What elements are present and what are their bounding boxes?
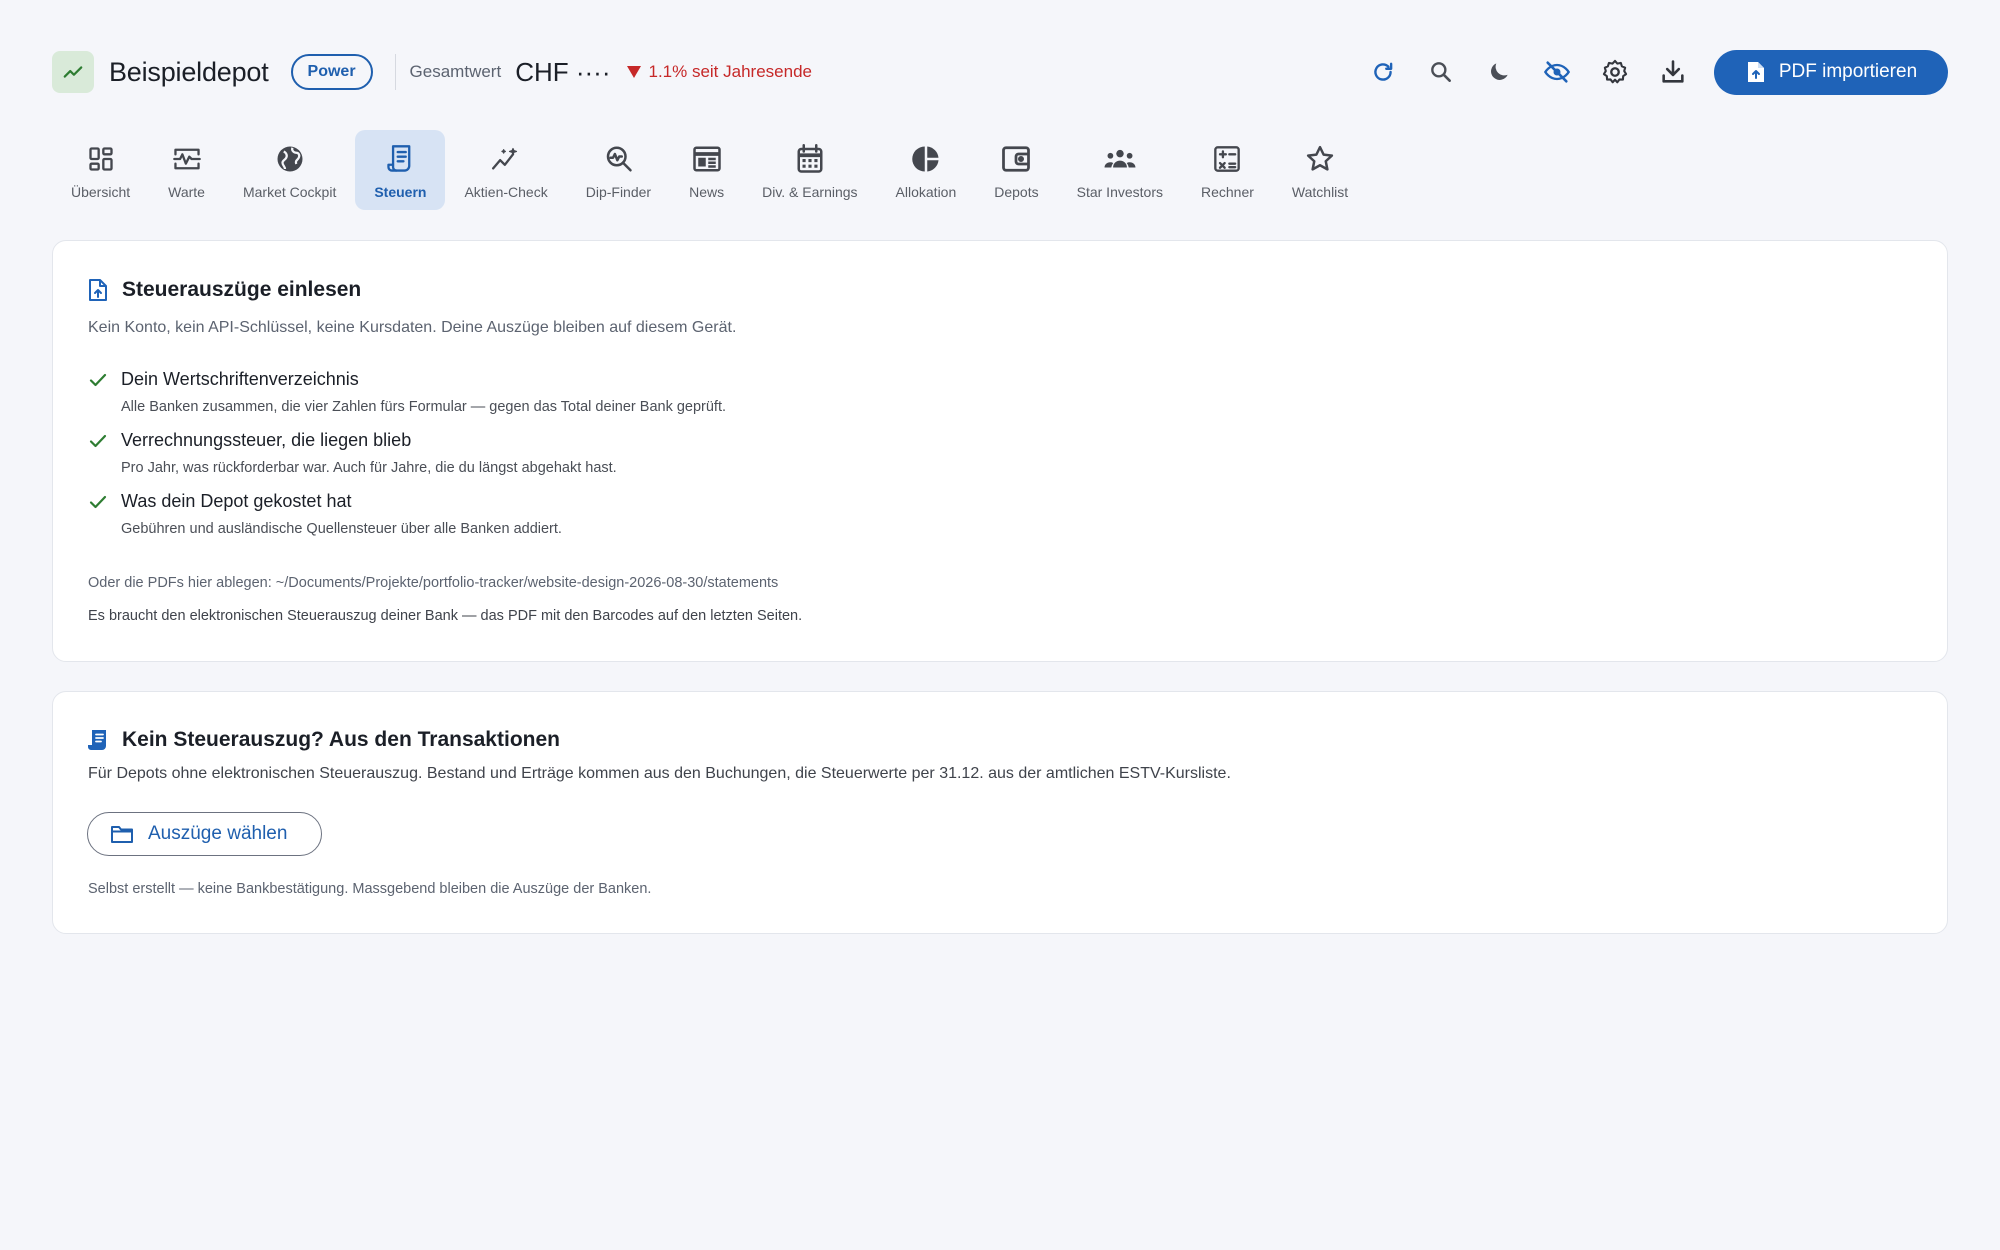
export-button[interactable] xyxy=(1650,49,1696,95)
refresh-button[interactable] xyxy=(1360,49,1406,95)
newspaper-icon xyxy=(691,143,723,175)
search-button[interactable] xyxy=(1418,49,1464,95)
transactions-card: Kein Steuerauszug? Aus den Transaktionen… xyxy=(52,691,1948,934)
card-subtitle: Kein Konto, kein API-Schlüssel, keine Ku… xyxy=(88,319,737,336)
card-title: Steuerauszüge einlesen xyxy=(122,278,362,301)
sparkline-icon xyxy=(490,143,522,175)
globe-icon xyxy=(274,143,306,175)
download-icon xyxy=(1659,58,1687,86)
hide-values-button[interactable] xyxy=(1534,49,1580,95)
feature-description: Pro Jahr, was rückforderbar war. Auch fü… xyxy=(121,460,617,476)
card-header: Kein Steuerauszug? Aus den Transaktionen xyxy=(87,728,560,752)
tab-star-investors[interactable]: Star Investors xyxy=(1058,130,1182,210)
tab-steuern[interactable]: Steuern xyxy=(355,130,446,210)
people-icon xyxy=(1104,143,1136,175)
app-title: Beispieldepot xyxy=(109,56,269,87)
tab-div-earnings[interactable]: Div. & Earnings xyxy=(743,130,876,210)
disclaimer-note: Selbst erstellt — keine Bankbestätigung.… xyxy=(88,881,652,897)
tier-badge: Power xyxy=(290,54,373,90)
receipt-icon xyxy=(384,143,416,175)
refresh-icon xyxy=(1370,59,1396,85)
total-value: CHF ···· xyxy=(515,56,611,87)
ytd-change: 1.1% seit Jahresende xyxy=(626,62,812,82)
tab-dip-finder[interactable]: Dip-Finder xyxy=(567,130,670,210)
dashboard-icon xyxy=(85,143,117,175)
search-icon xyxy=(1428,59,1454,85)
dark-mode-icon xyxy=(1486,59,1512,85)
file-upload-icon xyxy=(87,278,109,302)
list-item: Was dein Depot gekostet hat Gebühren und… xyxy=(88,491,726,552)
pdf-import-label: PDF importieren xyxy=(1778,61,1918,82)
folder-path-note: Oder die PDFs hier ablegen: ~/Documents/… xyxy=(88,575,779,591)
choose-statements-label: Auszüge wählen xyxy=(148,823,288,844)
calculator-icon xyxy=(1211,143,1243,175)
hide-values-icon xyxy=(1543,58,1571,86)
calendar-icon xyxy=(794,143,826,175)
app-logo xyxy=(52,51,94,93)
card-header: Steuerauszüge einlesen xyxy=(87,278,361,302)
tab-uebersicht[interactable]: Übersicht xyxy=(52,130,149,210)
star-icon xyxy=(1304,143,1336,175)
tab-rechner[interactable]: Rechner xyxy=(1182,130,1273,210)
tab-depots[interactable]: Depots xyxy=(975,130,1057,210)
tab-aktien-check[interactable]: Aktien-Check xyxy=(445,130,566,210)
tab-watchlist[interactable]: Watchlist xyxy=(1273,130,1367,210)
feature-list: Dein Wertschriftenverzeichnis Alle Banke… xyxy=(88,369,726,552)
file-upload-icon xyxy=(1745,60,1767,84)
pie-chart-icon xyxy=(910,143,942,175)
tab-warte[interactable]: Warte xyxy=(149,130,224,210)
check-icon xyxy=(88,370,108,390)
choose-statements-button[interactable]: Auszüge wählen xyxy=(87,812,322,856)
feature-title: Dein Wertschriftenverzeichnis xyxy=(121,369,359,389)
folder-icon xyxy=(110,824,134,844)
tax-statement-import-card: Steuerauszüge einlesen Kein Konto, kein … xyxy=(52,240,1948,662)
feature-description: Gebühren und ausländische Quellensteuer … xyxy=(121,521,562,537)
check-icon xyxy=(88,492,108,512)
header-divider xyxy=(394,54,396,90)
triangle-down-icon xyxy=(626,65,642,79)
feature-title: Was dein Depot gekostet hat xyxy=(121,491,352,511)
tab-market-cockpit[interactable]: Market Cockpit xyxy=(224,130,355,210)
ytd-change-text: 1.1% seit Jahresende xyxy=(648,62,812,81)
dark-mode-button[interactable] xyxy=(1476,49,1522,95)
list-item: Dein Wertschriftenverzeichnis Alle Banke… xyxy=(88,369,726,430)
wallet-icon xyxy=(1000,143,1032,175)
search-chart-icon xyxy=(602,143,634,175)
trending-up-icon xyxy=(62,61,84,83)
card-subtitle: Für Depots ohne elektronischen Steueraus… xyxy=(88,765,1231,782)
settings-button[interactable] xyxy=(1592,49,1638,95)
feature-description: Alle Banken zusammen, die vier Zahlen fü… xyxy=(121,399,727,415)
main-tabs: Übersicht Warte Market Cockpit Steuern A… xyxy=(52,130,1367,210)
card-title: Kein Steuerauszug? Aus den Transaktionen xyxy=(122,728,560,751)
settings-icon xyxy=(1601,58,1629,86)
monitor-icon xyxy=(171,143,203,175)
pdf-import-button[interactable]: PDF importieren xyxy=(1714,49,1948,95)
feature-title: Verrechnungssteuer, die liegen blieb xyxy=(121,430,412,450)
requirement-note: Es braucht den elektronischen Steuerausz… xyxy=(88,608,803,624)
tab-news[interactable]: News xyxy=(670,130,743,210)
check-icon xyxy=(88,431,108,451)
list-item: Verrechnungssteuer, die liegen blieb Pro… xyxy=(88,430,726,491)
tab-allokation[interactable]: Allokation xyxy=(877,130,976,210)
receipt-icon xyxy=(87,728,109,752)
app-header: Beispieldepot Power Gesamtwert CHF ···· … xyxy=(52,49,1948,95)
total-value-label: Gesamtwert xyxy=(409,62,502,81)
